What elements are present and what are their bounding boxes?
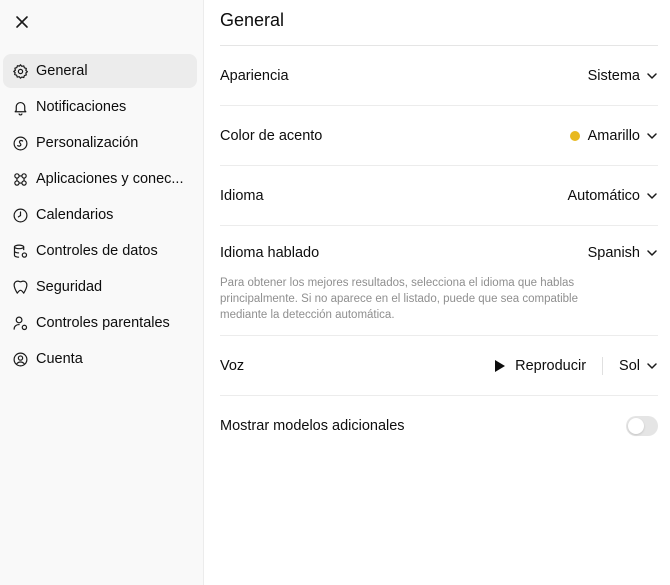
accent-color-row: Color de acento Amarillo xyxy=(220,106,658,166)
close-button[interactable] xyxy=(11,13,33,35)
sidebar-item-account[interactable]: Cuenta xyxy=(3,342,197,376)
additional-models-row: Mostrar modelos adicionales xyxy=(220,396,658,456)
play-icon xyxy=(495,359,506,372)
sidebar-item-parental-controls[interactable]: Controles parentales xyxy=(3,306,197,340)
chevron-down-icon xyxy=(646,70,658,82)
chevron-down-icon xyxy=(646,190,658,202)
sidebar-item-label: Personalización xyxy=(36,135,139,151)
settings-nav: General Notificaciones Personalización A… xyxy=(3,54,197,378)
voice-value: Sol xyxy=(619,357,640,374)
language-label: Idioma xyxy=(220,187,264,204)
clock-icon xyxy=(11,206,29,224)
language-row: Idioma Automático xyxy=(220,166,658,226)
appearance-value: Sistema xyxy=(587,67,640,84)
sidebar-item-personalization[interactable]: Personalización xyxy=(3,126,197,160)
accent-color-value: Amarillo xyxy=(587,127,640,144)
settings-sidebar: General Notificaciones Personalización A… xyxy=(0,0,204,585)
chevron-down-icon xyxy=(646,130,658,142)
appearance-row: Apariencia Sistema xyxy=(220,46,658,106)
spoken-language-section: Idioma hablado Spanish Para obtener los … xyxy=(220,226,658,336)
sidebar-item-data-controls[interactable]: Controles de datos xyxy=(3,234,197,268)
gear-icon xyxy=(11,62,29,80)
divider xyxy=(602,356,604,375)
language-select[interactable]: Automático xyxy=(567,188,658,204)
chevron-down-icon xyxy=(646,360,658,372)
sidebar-item-label: Calendarios xyxy=(36,207,114,223)
close-icon xyxy=(15,15,29,34)
sidebar-item-general[interactable]: General xyxy=(3,54,197,88)
bell-icon xyxy=(11,98,29,116)
accent-color-label: Color de acento xyxy=(220,127,323,144)
apps-icon xyxy=(11,170,29,188)
parental-icon xyxy=(11,314,29,332)
sidebar-item-label: General xyxy=(36,63,88,79)
chevron-down-icon xyxy=(646,247,658,259)
voice-label: Voz xyxy=(220,357,245,374)
accent-color-swatch xyxy=(569,130,580,141)
account-icon xyxy=(11,350,29,368)
sidebar-item-label: Notificaciones xyxy=(36,99,127,115)
spoken-language-label: Idioma hablado xyxy=(220,244,320,261)
sidebar-item-label: Cuenta xyxy=(36,351,83,367)
toggle-knob xyxy=(628,418,644,434)
play-voice-label: Reproducir xyxy=(515,357,587,374)
voice-select[interactable]: Sol xyxy=(619,358,658,374)
accent-color-select[interactable]: Amarillo xyxy=(569,127,658,144)
spoken-language-select[interactable]: Spanish xyxy=(588,245,658,261)
appearance-label: Apariencia xyxy=(220,67,289,84)
additional-models-toggle[interactable] xyxy=(626,416,658,436)
additional-models-label: Mostrar modelos adicionales xyxy=(220,418,405,434)
play-voice-button[interactable]: Reproducir xyxy=(495,358,586,374)
language-value: Automático xyxy=(567,187,640,204)
spoken-language-help: Para obtener los mejores resultados, sel… xyxy=(220,277,579,321)
settings-content: General Apariencia Sistema Color de acen… xyxy=(220,0,658,456)
shield-icon xyxy=(11,278,29,296)
voice-row: Voz Reproducir Sol xyxy=(220,336,658,396)
sidebar-item-label: Controles parentales xyxy=(36,315,170,331)
sidebar-item-notifications[interactable]: Notificaciones xyxy=(3,90,197,124)
appearance-select[interactable]: Sistema xyxy=(588,68,658,84)
sidebar-item-apps[interactable]: Aplicaciones y conec... xyxy=(3,162,197,196)
personalization-icon xyxy=(11,134,29,152)
sidebar-item-label: Controles de datos xyxy=(36,243,158,259)
database-icon xyxy=(11,242,29,260)
sidebar-item-calendars[interactable]: Calendarios xyxy=(3,198,197,232)
page-title: General xyxy=(220,0,658,46)
sidebar-item-label: Seguridad xyxy=(36,279,103,295)
sidebar-item-label: Aplicaciones y conec... xyxy=(36,171,184,187)
spoken-language-value: Spanish xyxy=(587,244,640,261)
sidebar-item-security[interactable]: Seguridad xyxy=(3,270,197,304)
